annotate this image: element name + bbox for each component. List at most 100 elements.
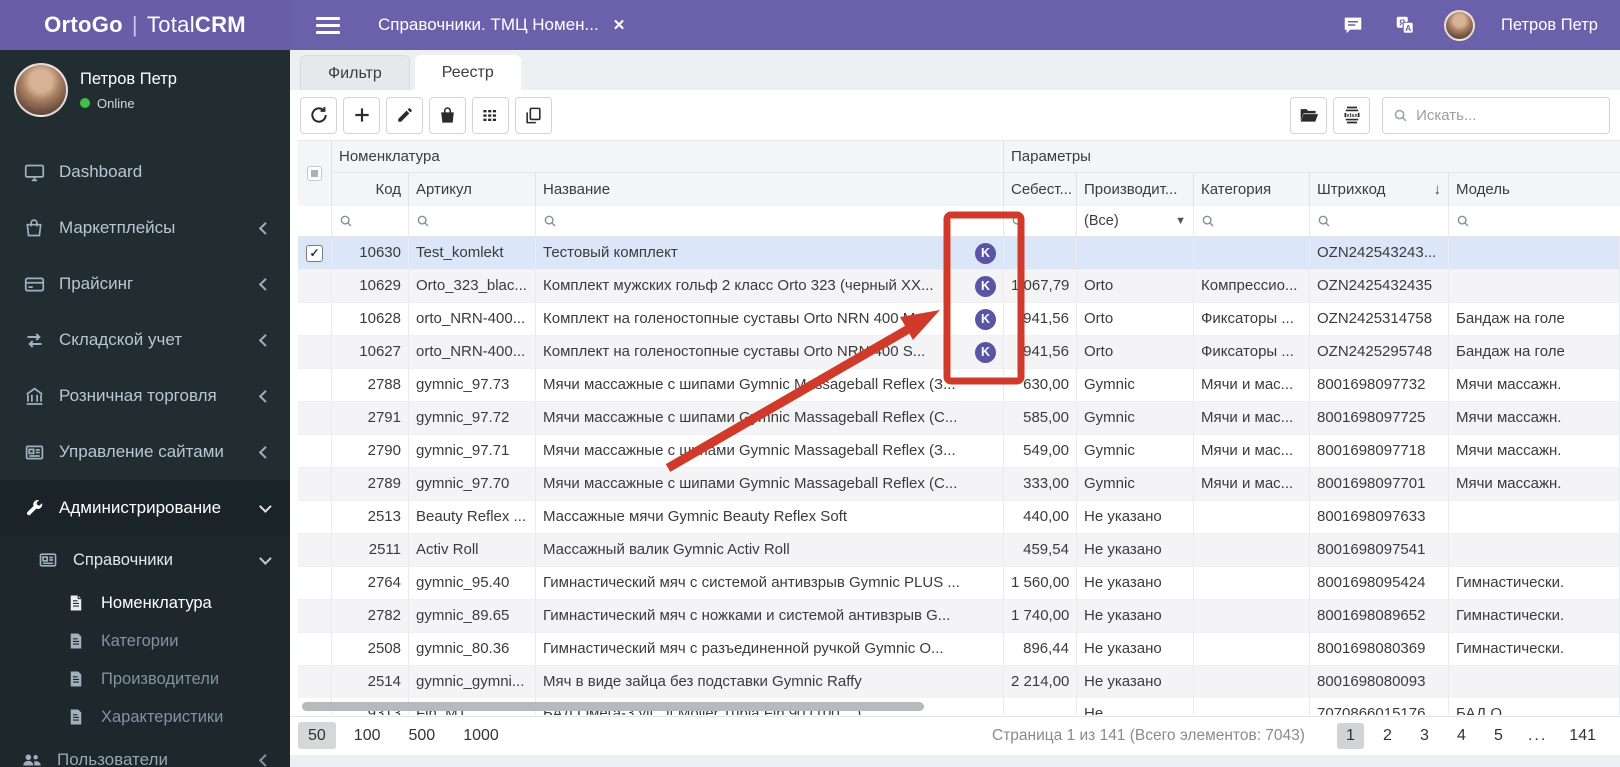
folder-open-button[interactable] <box>1290 96 1327 134</box>
sidebar-item-manufacturers[interactable]: Производители <box>0 660 290 698</box>
row-checkbox-cell[interactable] <box>298 600 332 632</box>
filter-manufacturer-dropdown[interactable]: (Все) ▼ <box>1077 206 1194 236</box>
table-row[interactable]: 2790 gymnic_97.71 Мячи массажные с шипами … <box>298 435 1620 468</box>
filter-model[interactable] <box>1449 206 1620 236</box>
row-checkbox-cell[interactable] <box>298 270 332 302</box>
copy-button[interactable] <box>515 96 552 134</box>
sidebar-item-marketplaces[interactable]: Маркетплейсы <box>0 200 290 256</box>
table-row[interactable]: 10628 orto_NRN-400... Комплект на голеност… <box>298 303 1620 336</box>
table-row[interactable]: ✓ 10630 Test_komlekt Тестовый комплект K OZN2… <box>298 237 1620 270</box>
topbar-avatar[interactable] <box>1444 9 1476 41</box>
table-row[interactable]: 2791 gymnic_97.72 Мячи массажные с шипами … <box>298 402 1620 435</box>
topbar: OrtoGo | Total CRM Справочники. ТМЦ Номе… <box>0 0 1620 50</box>
table-row[interactable]: 2764 gymnic_95.40 Гимнастический мяч с сис… <box>298 567 1620 600</box>
page-size-button[interactable]: 100 <box>344 722 391 749</box>
sidebar-item-sites[interactable]: Управление сайтами <box>0 424 290 480</box>
page-button[interactable]: 3 <box>1411 723 1438 749</box>
page-button[interactable]: 1 <box>1336 723 1364 749</box>
column-header-article[interactable]: Артикул <box>409 173 536 206</box>
column-header-code[interactable]: Код <box>332 173 409 206</box>
table-row[interactable]: 2789 gymnic_97.70 Мячи массажные с шипами … <box>298 468 1620 501</box>
row-checkbox-cell[interactable]: ✓ <box>298 237 332 269</box>
chevron-left-icon <box>259 333 272 347</box>
edit-button[interactable] <box>386 96 423 134</box>
cell-cost: 941,56 <box>1004 303 1077 335</box>
table-row[interactable]: 2513 Beauty Reflex ... Массажные мячи Gymn… <box>298 501 1620 534</box>
row-checkbox-cell[interactable] <box>298 336 332 368</box>
row-checkbox-cell[interactable] <box>298 567 332 599</box>
page-button[interactable]: 5 <box>1485 723 1512 749</box>
translate-icon[interactable]: ЯA <box>1392 12 1418 38</box>
filter-barcode[interactable] <box>1310 206 1449 236</box>
cell-category: Компрессио... <box>1194 270 1310 302</box>
search-input[interactable] <box>1416 106 1599 124</box>
table-row[interactable]: 2788 gymnic_97.73 Мячи массажные с шипами … <box>298 369 1620 402</box>
table-row[interactable]: 2511 Activ Roll Массажный валик Gymnic Act… <box>298 534 1620 567</box>
sidebar-item-warehouse[interactable]: Складской учет <box>0 312 290 368</box>
sidebar-item-characteristics[interactable]: Характеристики <box>0 698 290 736</box>
sidebar-item-directories[interactable]: Справочники <box>0 536 290 584</box>
row-checkbox-cell[interactable] <box>298 633 332 665</box>
sidebar-avatar[interactable] <box>14 63 68 117</box>
export-xlsx-button[interactable]: xlsx <box>1333 96 1370 134</box>
marketplace-card-button[interactable] <box>429 96 466 134</box>
sidebar-item-administration[interactable]: Администрирование <box>0 480 290 536</box>
sidebar-item-categories[interactable]: Категории <box>0 622 290 660</box>
filter-name[interactable] <box>536 206 1004 236</box>
add-button[interactable] <box>343 96 380 134</box>
horizontal-scrollbar-thumb[interactable] <box>302 702 924 711</box>
refresh-button[interactable] <box>300 96 337 134</box>
page-button[interactable]: 141 <box>1563 723 1602 749</box>
row-checkbox-cell[interactable] <box>298 501 332 533</box>
tab-filter[interactable]: Фильтр <box>300 55 410 90</box>
column-header-model[interactable]: Модель <box>1449 173 1620 206</box>
row-checkbox-cell[interactable] <box>298 303 332 335</box>
sidebar-user-name: Петров Петр <box>80 69 177 88</box>
filter-cost[interactable] <box>1004 206 1077 236</box>
row-checkbox-cell[interactable] <box>298 666 332 698</box>
search-icon <box>1394 109 1407 121</box>
filter-manufacturer-value: (Все) <box>1084 213 1119 229</box>
page-size-button[interactable]: 1000 <box>453 722 509 749</box>
tab-registry[interactable]: Реестр <box>414 55 521 90</box>
table-row[interactable]: 2782 gymnic_89.65 Гимнастический мяч с нож… <box>298 600 1620 633</box>
select-all-checkbox[interactable] <box>298 141 332 206</box>
filter-article[interactable] <box>409 206 536 236</box>
cell-cost: 2 214,00 <box>1004 666 1077 698</box>
page-size-button[interactable]: 500 <box>399 722 446 749</box>
filter-code[interactable] <box>332 206 409 236</box>
row-checkbox-cell[interactable] <box>298 402 332 434</box>
column-header-name[interactable]: Название <box>536 173 1004 206</box>
table-row[interactable]: 2514 gymnic_gymni... Мяч в виде зайца без … <box>298 666 1620 699</box>
global-search[interactable] <box>1382 96 1610 134</box>
sidebar-item-retail[interactable]: Розничная торговля <box>0 368 290 424</box>
grid-button[interactable] <box>472 96 509 134</box>
cell-cost <box>1004 237 1077 269</box>
topbar-user-name[interactable]: Петров Петр <box>1501 16 1598 35</box>
sidebar-item-nomenclature[interactable]: Номенклатура <box>0 584 290 622</box>
hamburger-menu-icon[interactable] <box>316 13 340 38</box>
page-button[interactable]: 4 <box>1448 723 1475 749</box>
sidebar-item-pricing[interactable]: Прайсинг <box>0 256 290 312</box>
table-row[interactable]: 10627 orto_NRN-400... Комплект на голеност… <box>298 336 1620 369</box>
column-header-manufacturer[interactable]: Производит... <box>1077 173 1194 206</box>
open-document-tab[interactable]: Справочники. ТМЦ Номен... ✕ <box>378 15 625 35</box>
sidebar-item-users[interactable]: Пользователи <box>0 736 290 767</box>
page-button[interactable]: ... <box>1522 723 1553 749</box>
row-checkbox-cell[interactable] <box>298 468 332 500</box>
row-checkbox-cell[interactable] <box>298 534 332 566</box>
sidebar-item-dashboard[interactable]: Dashboard <box>0 144 290 200</box>
row-checkbox-cell[interactable] <box>298 369 332 401</box>
page-button[interactable]: 2 <box>1374 723 1401 749</box>
table-row[interactable]: 2508 gymnic_80.36 Гимнастический мяч с раз… <box>298 633 1620 666</box>
chat-icon[interactable] <box>1340 12 1366 38</box>
close-icon[interactable]: ✕ <box>613 16 626 34</box>
column-header-cost[interactable]: Себест... <box>1004 173 1077 206</box>
page-size-button[interactable]: 50 <box>298 722 336 749</box>
checkbox-checked-icon[interactable]: ✓ <box>306 244 323 262</box>
filter-category[interactable] <box>1194 206 1310 236</box>
column-header-barcode[interactable]: Штрихкод ↓ <box>1310 173 1449 206</box>
row-checkbox-cell[interactable] <box>298 435 332 467</box>
table-row[interactable]: 10629 Orto_323_blac... Комплект мужских го… <box>298 270 1620 303</box>
column-header-category[interactable]: Категория <box>1194 173 1310 206</box>
